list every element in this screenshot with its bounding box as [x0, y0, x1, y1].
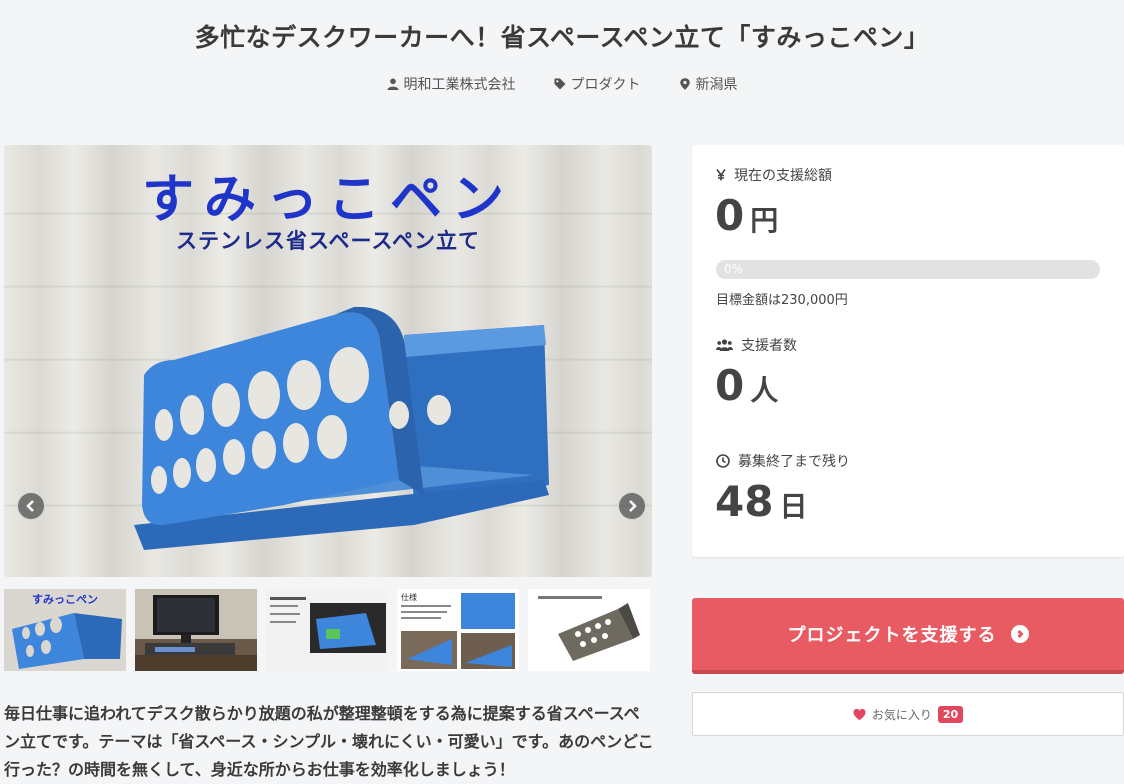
tag-icon	[554, 78, 565, 90]
hero-subtitle: ステンレス省スペースペン立て	[175, 229, 480, 253]
goal-amount: 目標金額は230,000円	[716, 293, 848, 308]
user-icon	[387, 78, 398, 90]
heart-icon	[853, 708, 866, 720]
thumbnail-5[interactable]	[528, 589, 650, 671]
total-unit: 円	[750, 204, 779, 237]
backers-unit: 人	[750, 374, 779, 407]
remaining-days: 48 日	[715, 477, 807, 526]
project-description: 毎日仕事に追われてデスク散らかり放題の私が整理整頓をする為に提案する省スペースペ…	[4, 704, 654, 779]
remaining-label: 募集終了まで残り	[738, 454, 850, 470]
owner-name: 明和工業株式会社	[403, 77, 516, 93]
remaining-value: 48	[715, 477, 774, 526]
progress-label: 0%	[724, 262, 744, 276]
yen-icon	[716, 169, 726, 181]
chevron-right-icon	[1010, 625, 1029, 643]
thumb-title: すみっこペン	[32, 593, 98, 606]
thumbnail-2[interactable]	[135, 589, 257, 671]
page-title: 多忙なデスクワーカーへ！省スペースペン立て「すみっこペン」	[194, 23, 930, 52]
location-name: 新潟県	[695, 77, 738, 93]
thumbnail-1[interactable]: すみっこペン	[4, 589, 126, 671]
backers-label-row: 支援者数	[716, 335, 797, 355]
backers-label: 支援者数	[741, 338, 797, 354]
location-link[interactable]: 新潟県	[679, 74, 738, 94]
main-image[interactable]: すみっこペン ステンレス省スペースペン立て	[4, 145, 652, 577]
total-value: 0	[715, 191, 745, 240]
thumbnail-strip: すみっこペン 仕様	[4, 589, 650, 671]
thumb-spec-title: 仕様	[401, 592, 417, 602]
category-link[interactable]: プロダクト	[554, 74, 641, 94]
project-meta: 明和工業株式会社 プロダクト 新潟県	[0, 74, 1124, 94]
people-icon	[716, 339, 733, 351]
support-button-label: プロジェクトを支援する	[787, 625, 997, 646]
favorite-button[interactable]: お気に入り 20	[692, 692, 1124, 736]
hero-title: すみっこペン	[141, 170, 514, 230]
next-image-button[interactable]	[618, 492, 646, 520]
chevron-right-icon	[629, 500, 637, 512]
backers-count: 0人	[715, 361, 778, 410]
thumbnail-3[interactable]	[266, 589, 388, 671]
favorite-label: お気に入り	[871, 707, 932, 722]
prev-image-button[interactable]	[17, 492, 45, 520]
backers-value: 0	[715, 361, 745, 410]
remaining-unit: 日	[779, 490, 808, 523]
thumbnail-4[interactable]: 仕様	[397, 589, 519, 671]
support-project-button[interactable]: プロジェクトを支援する	[692, 598, 1124, 674]
category-name: プロダクト	[570, 77, 641, 93]
chevron-left-icon	[26, 500, 34, 512]
favorite-count-badge: 20	[937, 705, 964, 723]
pin-icon	[679, 78, 690, 90]
clock-icon	[716, 454, 730, 468]
total-label: 現在の支援総額	[734, 168, 832, 184]
owner-link[interactable]: 明和工業株式会社	[387, 74, 516, 94]
funding-panel: 現在の支援総額 0円 0% 目標金額は230,000円 支援者数 0人 募集終了…	[692, 145, 1124, 557]
progress-bar: 0%	[716, 260, 1100, 279]
total-amount: 0円	[715, 191, 778, 240]
pen-stand-illustration	[134, 306, 549, 550]
total-label-row: 現在の支援総額	[716, 165, 832, 185]
remaining-label-row: 募集終了まで残り	[716, 451, 850, 471]
